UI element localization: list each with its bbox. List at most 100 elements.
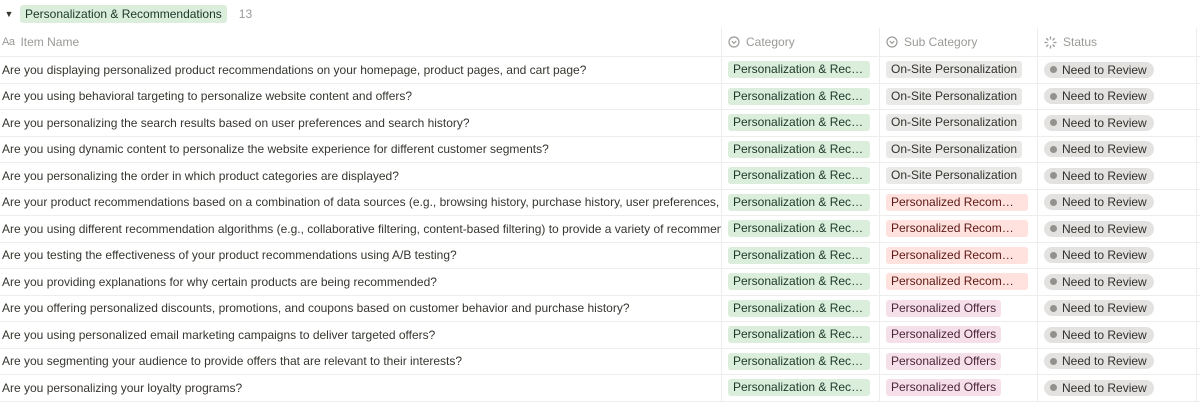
status-cell[interactable]: Need to Review xyxy=(1038,163,1197,189)
sub-category-cell[interactable]: On-Site Personalization xyxy=(880,57,1038,83)
status-badge: Need to Review xyxy=(1044,194,1154,211)
table-row[interactable]: Are you personalizing your loyalty progr… xyxy=(0,375,1200,402)
sub-category-cell[interactable]: Personalized Offers xyxy=(880,322,1038,348)
category-cell[interactable]: Personalization & Recom... xyxy=(722,136,880,162)
item-name-cell[interactable]: Are you displaying personalized product … xyxy=(0,57,722,83)
collapse-toggle-icon[interactable]: ▼ xyxy=(2,9,16,19)
category-cell[interactable]: Personalization & Recom... xyxy=(722,322,880,348)
sub-category-cell[interactable]: Personalized Recommend... xyxy=(880,242,1038,268)
category-cell[interactable]: Personalization & Recom... xyxy=(722,163,880,189)
status-cell[interactable]: Need to Review xyxy=(1038,295,1197,321)
table-row[interactable]: Are you using different recommendation a… xyxy=(0,216,1200,243)
item-name-cell[interactable]: Are you segmenting your audience to prov… xyxy=(0,348,722,374)
table-row[interactable]: Are your product recommendations based o… xyxy=(0,189,1200,216)
sub-category-tag: Personalized Recommend... xyxy=(886,193,1028,211)
item-name-link[interactable]: Are you displaying personalized product … xyxy=(2,63,586,77)
sub-category-cell[interactable]: Personalized Recommend... xyxy=(880,216,1038,242)
status-dot-icon xyxy=(1050,92,1057,100)
item-name-link[interactable]: Are you segmenting your audience to prov… xyxy=(2,354,462,368)
table-row[interactable]: Are you using dynamic content to persona… xyxy=(0,136,1200,163)
status-cell[interactable]: Need to Review xyxy=(1038,136,1197,162)
select-property-icon xyxy=(886,36,898,48)
category-cell[interactable]: Personalization & Recom... xyxy=(722,242,880,268)
item-name-cell[interactable]: Are you using personalized email marketi… xyxy=(0,322,722,348)
status-cell[interactable]: Need to Review xyxy=(1038,322,1197,348)
group-count: 13 xyxy=(238,7,253,21)
item-name-cell[interactable]: Are you personalizing the order in which… xyxy=(0,163,722,189)
category-cell[interactable]: Personalization & Recom... xyxy=(722,295,880,321)
status-cell[interactable]: Need to Review xyxy=(1038,242,1197,268)
status-cell[interactable]: Need to Review xyxy=(1038,110,1197,136)
sub-category-cell[interactable]: On-Site Personalization xyxy=(880,163,1038,189)
column-header-item-name[interactable]: Aa Item Name xyxy=(0,28,722,56)
status-cell[interactable]: Need to Review xyxy=(1038,189,1197,215)
database-table: Aa Item Name Category Sub Category Statu… xyxy=(0,28,1200,402)
category-cell[interactable]: Personalization & Recom... xyxy=(722,216,880,242)
status-label: Need to Review xyxy=(1062,115,1147,130)
category-cell[interactable]: Personalization & Recom... xyxy=(722,83,880,109)
table-row[interactable]: Are you segmenting your audience to prov… xyxy=(0,348,1200,375)
item-name-link[interactable]: Are you offering personalized discounts,… xyxy=(2,301,630,315)
sub-category-cell[interactable]: Personalized Offers xyxy=(880,295,1038,321)
status-cell[interactable]: Need to Review xyxy=(1038,375,1197,401)
sub-category-cell[interactable]: On-Site Personalization xyxy=(880,83,1038,109)
table-row[interactable]: Are you using personalized email marketi… xyxy=(0,322,1200,349)
item-name-cell[interactable]: Are you providing explanations for why c… xyxy=(0,269,722,295)
category-cell[interactable]: Personalization & Recom... xyxy=(722,110,880,136)
category-cell[interactable]: Personalization & Recom... xyxy=(722,375,880,401)
status-dot-icon xyxy=(1050,119,1057,127)
status-dot-icon xyxy=(1050,251,1057,259)
item-name-link[interactable]: Are your product recommendations based o… xyxy=(2,195,721,209)
item-name-link[interactable]: Are you using dynamic content to persona… xyxy=(2,142,549,156)
sub-category-cell[interactable]: Personalized Offers xyxy=(880,348,1038,374)
sub-category-cell[interactable]: Personalized Offers xyxy=(880,375,1038,401)
sub-category-cell[interactable]: On-Site Personalization xyxy=(880,110,1038,136)
category-cell[interactable]: Personalization & Recom... xyxy=(722,189,880,215)
table-row[interactable]: Are you testing the effectiveness of you… xyxy=(0,242,1200,269)
status-label: Need to Review xyxy=(1062,195,1147,210)
status-cell[interactable]: Need to Review xyxy=(1038,269,1197,295)
item-name-cell[interactable]: Are you using different recommendation a… xyxy=(0,216,722,242)
column-header-category[interactable]: Category xyxy=(722,28,880,56)
category-tag: Personalization & Recom... xyxy=(728,273,870,291)
item-name-cell[interactable]: Are you using behavioral targeting to pe… xyxy=(0,83,722,109)
column-header-sub-category[interactable]: Sub Category xyxy=(880,28,1038,56)
table-row[interactable]: Are you personalizing the order in which… xyxy=(0,163,1200,190)
category-tag: Personalization & Recom... xyxy=(728,246,870,264)
status-cell[interactable]: Need to Review xyxy=(1038,83,1197,109)
table-row[interactable]: Are you displaying personalized product … xyxy=(0,57,1200,84)
item-name-cell[interactable]: Are you personalizing your loyalty progr… xyxy=(0,375,722,401)
item-name-cell[interactable]: Are you using dynamic content to persona… xyxy=(0,136,722,162)
group-header: ▼ Personalization & Recommendations 13 xyxy=(0,0,1200,28)
status-cell[interactable]: Need to Review xyxy=(1038,216,1197,242)
table-row[interactable]: Are you offering personalized discounts,… xyxy=(0,295,1200,322)
sub-category-cell[interactable]: Personalized Recommend... xyxy=(880,269,1038,295)
item-name-cell[interactable]: Are you offering personalized discounts,… xyxy=(0,295,722,321)
category-cell[interactable]: Personalization & Recom... xyxy=(722,269,880,295)
category-cell[interactable]: Personalization & Recom... xyxy=(722,348,880,374)
item-name-link[interactable]: Are you testing the effectiveness of you… xyxy=(2,248,457,262)
category-tag: Personalization & Recom... xyxy=(728,87,870,105)
item-name-link[interactable]: Are you personalizing your loyalty progr… xyxy=(2,381,242,395)
status-cell[interactable]: Need to Review xyxy=(1038,348,1197,374)
status-badge: Need to Review xyxy=(1044,247,1154,264)
column-header-status[interactable]: Status xyxy=(1038,28,1197,56)
table-row[interactable]: Are you using behavioral targeting to pe… xyxy=(0,83,1200,110)
table-row[interactable]: Are you providing explanations for why c… xyxy=(0,269,1200,296)
item-name-link[interactable]: Are you using different recommendation a… xyxy=(2,222,721,236)
item-name-link[interactable]: Are you personalizing the order in which… xyxy=(2,169,399,183)
item-name-link[interactable]: Are you personalizing the search results… xyxy=(2,116,470,130)
item-name-cell[interactable]: Are you personalizing the search results… xyxy=(0,110,722,136)
sub-category-tag: On-Site Personalization xyxy=(886,114,1023,132)
item-name-cell[interactable]: Are your product recommendations based o… xyxy=(0,189,722,215)
item-name-link[interactable]: Are you providing explanations for why c… xyxy=(2,275,437,289)
item-name-cell[interactable]: Are you testing the effectiveness of you… xyxy=(0,242,722,268)
table-row[interactable]: Are you personalizing the search results… xyxy=(0,110,1200,137)
status-cell[interactable]: Need to Review xyxy=(1038,57,1197,83)
item-name-link[interactable]: Are you using personalized email marketi… xyxy=(2,328,435,342)
group-tag[interactable]: Personalization & Recommendations xyxy=(20,5,227,23)
sub-category-cell[interactable]: Personalized Recommend... xyxy=(880,189,1038,215)
item-name-link[interactable]: Are you using behavioral targeting to pe… xyxy=(2,89,412,103)
category-cell[interactable]: Personalization & Recom... xyxy=(722,57,880,83)
sub-category-cell[interactable]: On-Site Personalization xyxy=(880,136,1038,162)
